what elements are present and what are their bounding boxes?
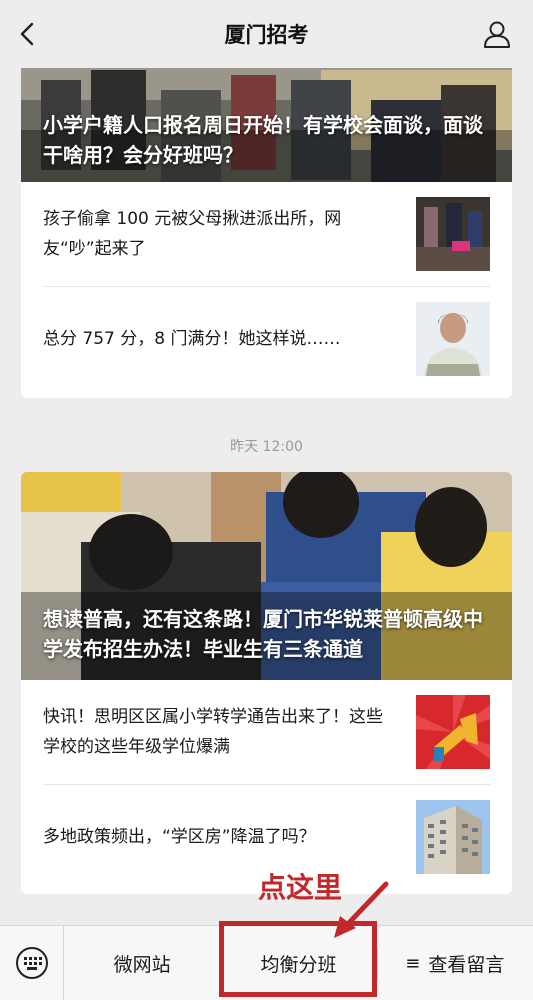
article-title: 孩子偷拿 100 元被父母揪进派出所，网友“吵”起来了 [43, 209, 342, 259]
keyboard-icon [15, 947, 48, 979]
keyboard-toggle-button[interactable] [0, 925, 64, 1000]
menu-view-messages[interactable]: ≡ 查看留言 [376, 926, 533, 1000]
article-group-bottom: 想读普高，还有这条路！厦门市华锐莱普顿高级中学发布招生办法！毕业生有三条通道 快… [21, 472, 512, 894]
profile-icon[interactable] [481, 18, 513, 50]
article-title: 多地政策频出，“学区房”降温了吗？ [43, 826, 316, 847]
menu-label: 查看留言 [428, 953, 505, 976]
list-item[interactable]: 孩子偷拿 100 元被父母揪进派出所，网友“吵”起来了 [43, 182, 490, 286]
menu-label: 均衡分班 [260, 953, 337, 976]
article-thumbnail [416, 799, 490, 874]
menu-lines-icon: ≡ [405, 952, 421, 974]
hero-title: 想读普高，还有这条路！厦门市华锐莱普顿高级中学发布招生办法！毕业生有三条通道 [43, 607, 483, 661]
article-thumbnail [416, 301, 490, 376]
list-item[interactable]: 快讯！思明区区属小学转学通告出来了！这些学校的这些年级学位爆满 [43, 680, 490, 784]
annotation-arrow-icon [334, 881, 389, 938]
hero-article[interactable]: 小学户籍人口报名周日开始！有学校会面谈，面谈干啥用？会分好班吗？ [21, 60, 512, 182]
list-item[interactable]: 总分 757 分，8 门满分！她这样说…… [43, 286, 490, 390]
top-bar: 厦门招考 [0, 0, 533, 68]
page-title: 厦门招考 [224, 23, 309, 47]
menu-label: 微网站 [113, 953, 171, 976]
hero-title: 小学户籍人口报名周日开始！有学校会面谈，面谈干啥用？会分好班吗？ [43, 113, 483, 167]
timestamp: 昨天 12:00 [230, 439, 303, 455]
bottom-menu-bar: 微网站 均衡分班 ≡ 查看留言 [0, 925, 533, 1000]
article-title: 快讯！思明区区属小学转学通告出来了！这些学校的这些年级学位爆满 [43, 707, 383, 757]
article-title: 总分 757 分，8 门满分！她这样说…… [43, 328, 341, 349]
article-thumbnail [416, 197, 490, 271]
back-icon[interactable] [14, 20, 42, 48]
article-thumbnail [416, 695, 490, 769]
hero-article[interactable]: 想读普高，还有这条路！厦门市华锐莱普顿高级中学发布招生办法！毕业生有三条通道 [21, 472, 512, 680]
menu-micro-site[interactable]: 微网站 [64, 926, 220, 1000]
article-group-top: 小学户籍人口报名周日开始！有学校会面谈，面谈干啥用？会分好班吗？ 孩子偷拿 10… [21, 60, 512, 398]
